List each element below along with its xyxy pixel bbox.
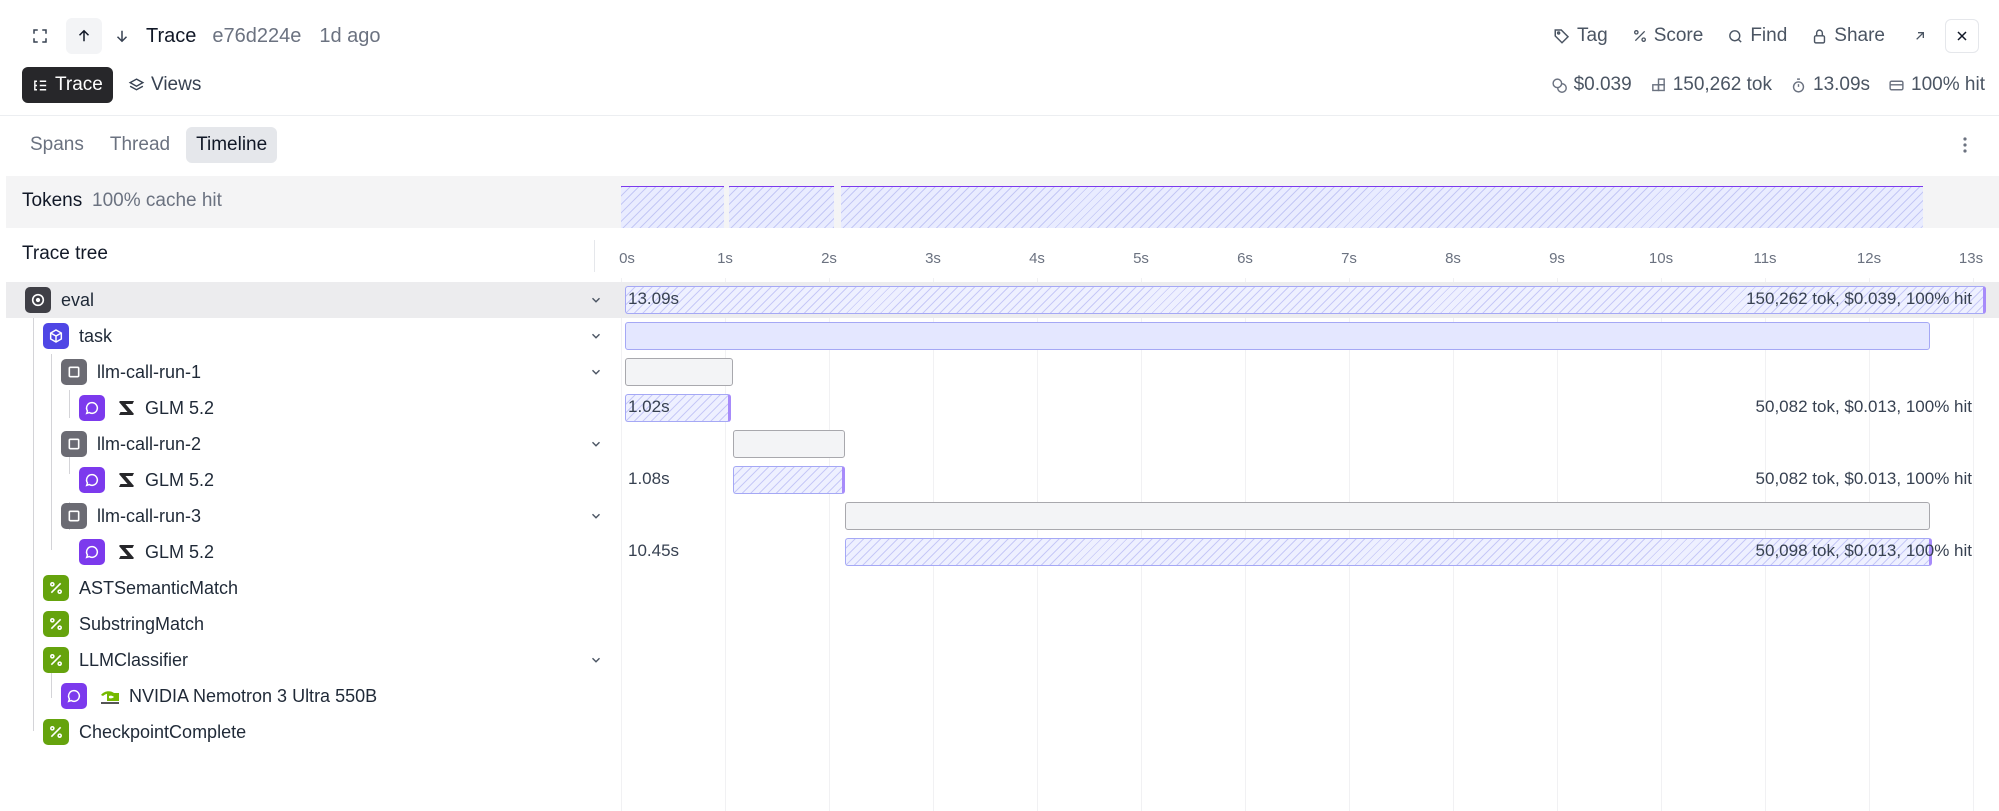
chevron-down-icon[interactable]: [586, 362, 606, 382]
chevron-down-icon[interactable]: [586, 506, 606, 526]
span-stats: 150,262 tok, $0.039, 100% hit: [1746, 289, 1972, 308]
span-name: llm-call-run-3: [97, 505, 202, 526]
span-duration: 1.02s: [628, 397, 670, 416]
span-name: task: [79, 325, 113, 346]
span-stats: 50,082 tok, $0.013, 100% hit: [1755, 397, 1972, 416]
span-name: GLM 5.2: [145, 397, 215, 418]
zhipu-logo-icon: [117, 399, 137, 417]
percent-icon: [43, 647, 69, 673]
chat-bubble-icon: [79, 539, 105, 565]
span-duration: 10.45s: [628, 541, 680, 560]
trace-row-nvidia-nemotron-3-ultra-550b[interactable]: NVIDIA Nemotron 3 Ultra 550B: [8, 678, 608, 714]
span-bar[interactable]: [733, 430, 846, 458]
trace-row-glm-5-2[interactable]: GLM 5.2: [8, 534, 608, 570]
target-icon: [25, 287, 51, 313]
span-name: SubstringMatch: [79, 613, 205, 634]
trace-row-substringmatch[interactable]: SubstringMatch: [8, 606, 608, 642]
square-icon: [61, 503, 87, 529]
span-stats: 50,082 tok, $0.013, 100% hit: [1755, 469, 1972, 488]
trace-row-task[interactable]: task: [8, 318, 608, 354]
chat-bubble-icon: [61, 683, 87, 709]
span-name: llm-call-run-2: [97, 433, 202, 454]
span-duration: 13.09s: [628, 289, 680, 308]
percent-icon: [43, 611, 69, 637]
span-bar[interactable]: [845, 502, 1931, 530]
zhipu-logo-icon: [117, 471, 137, 489]
trace-row-glm-5-2[interactable]: GLM 5.2: [8, 462, 608, 498]
percent-icon: [43, 719, 69, 745]
span-stats: 50,098 tok, $0.013, 100% hit: [1755, 541, 1972, 560]
zhipu-logo-icon: [117, 543, 137, 561]
square-icon: [61, 431, 87, 457]
span-name: LLMClassifier: [79, 649, 189, 670]
chevron-down-icon[interactable]: [586, 650, 606, 670]
trace-row-llmclassifier[interactable]: LLMClassifier: [8, 642, 608, 678]
chat-bubble-icon: [79, 467, 105, 493]
span-duration: 1.08s: [628, 469, 670, 488]
chat-bubble-icon: [79, 395, 105, 421]
nvidia-logo-icon: [99, 687, 121, 705]
span-name: llm-call-run-1: [97, 361, 202, 382]
trace-row-llm-call-run-3[interactable]: llm-call-run-3: [8, 498, 608, 534]
span-bar[interactable]: [625, 358, 734, 386]
span-name: ASTSemanticMatch: [79, 577, 239, 598]
trace-rows: eval 13.09s 150,262 tok, $0.039, 100% hit t…: [0, 0, 1999, 811]
chevron-down-icon[interactable]: [586, 434, 606, 454]
trace-row-glm-5-2[interactable]: GLM 5.2: [8, 390, 608, 426]
percent-icon: [43, 575, 69, 601]
box-icon: [43, 323, 69, 349]
chevron-down-icon[interactable]: [586, 290, 606, 310]
trace-row-eval[interactable]: eval: [8, 282, 608, 318]
span-name: eval: [61, 289, 95, 310]
trace-row-llm-call-run-1[interactable]: llm-call-run-1: [8, 354, 608, 390]
trace-row-checkpointcomplete[interactable]: CheckpointComplete: [8, 714, 608, 750]
trace-row-llm-call-run-2[interactable]: llm-call-run-2: [8, 426, 608, 462]
span-name: GLM 5.2: [145, 541, 215, 562]
chevron-down-icon[interactable]: [586, 326, 606, 346]
span-bar[interactable]: [625, 322, 1931, 350]
span-name: NVIDIA Nemotron 3 Ultra 550B: [129, 685, 378, 706]
span-bar[interactable]: [733, 466, 846, 494]
trace-row-astsemanticmatch[interactable]: ASTSemanticMatch: [8, 570, 608, 606]
square-icon: [61, 359, 87, 385]
span-name: GLM 5.2: [145, 469, 215, 490]
span-name: CheckpointComplete: [79, 721, 247, 742]
